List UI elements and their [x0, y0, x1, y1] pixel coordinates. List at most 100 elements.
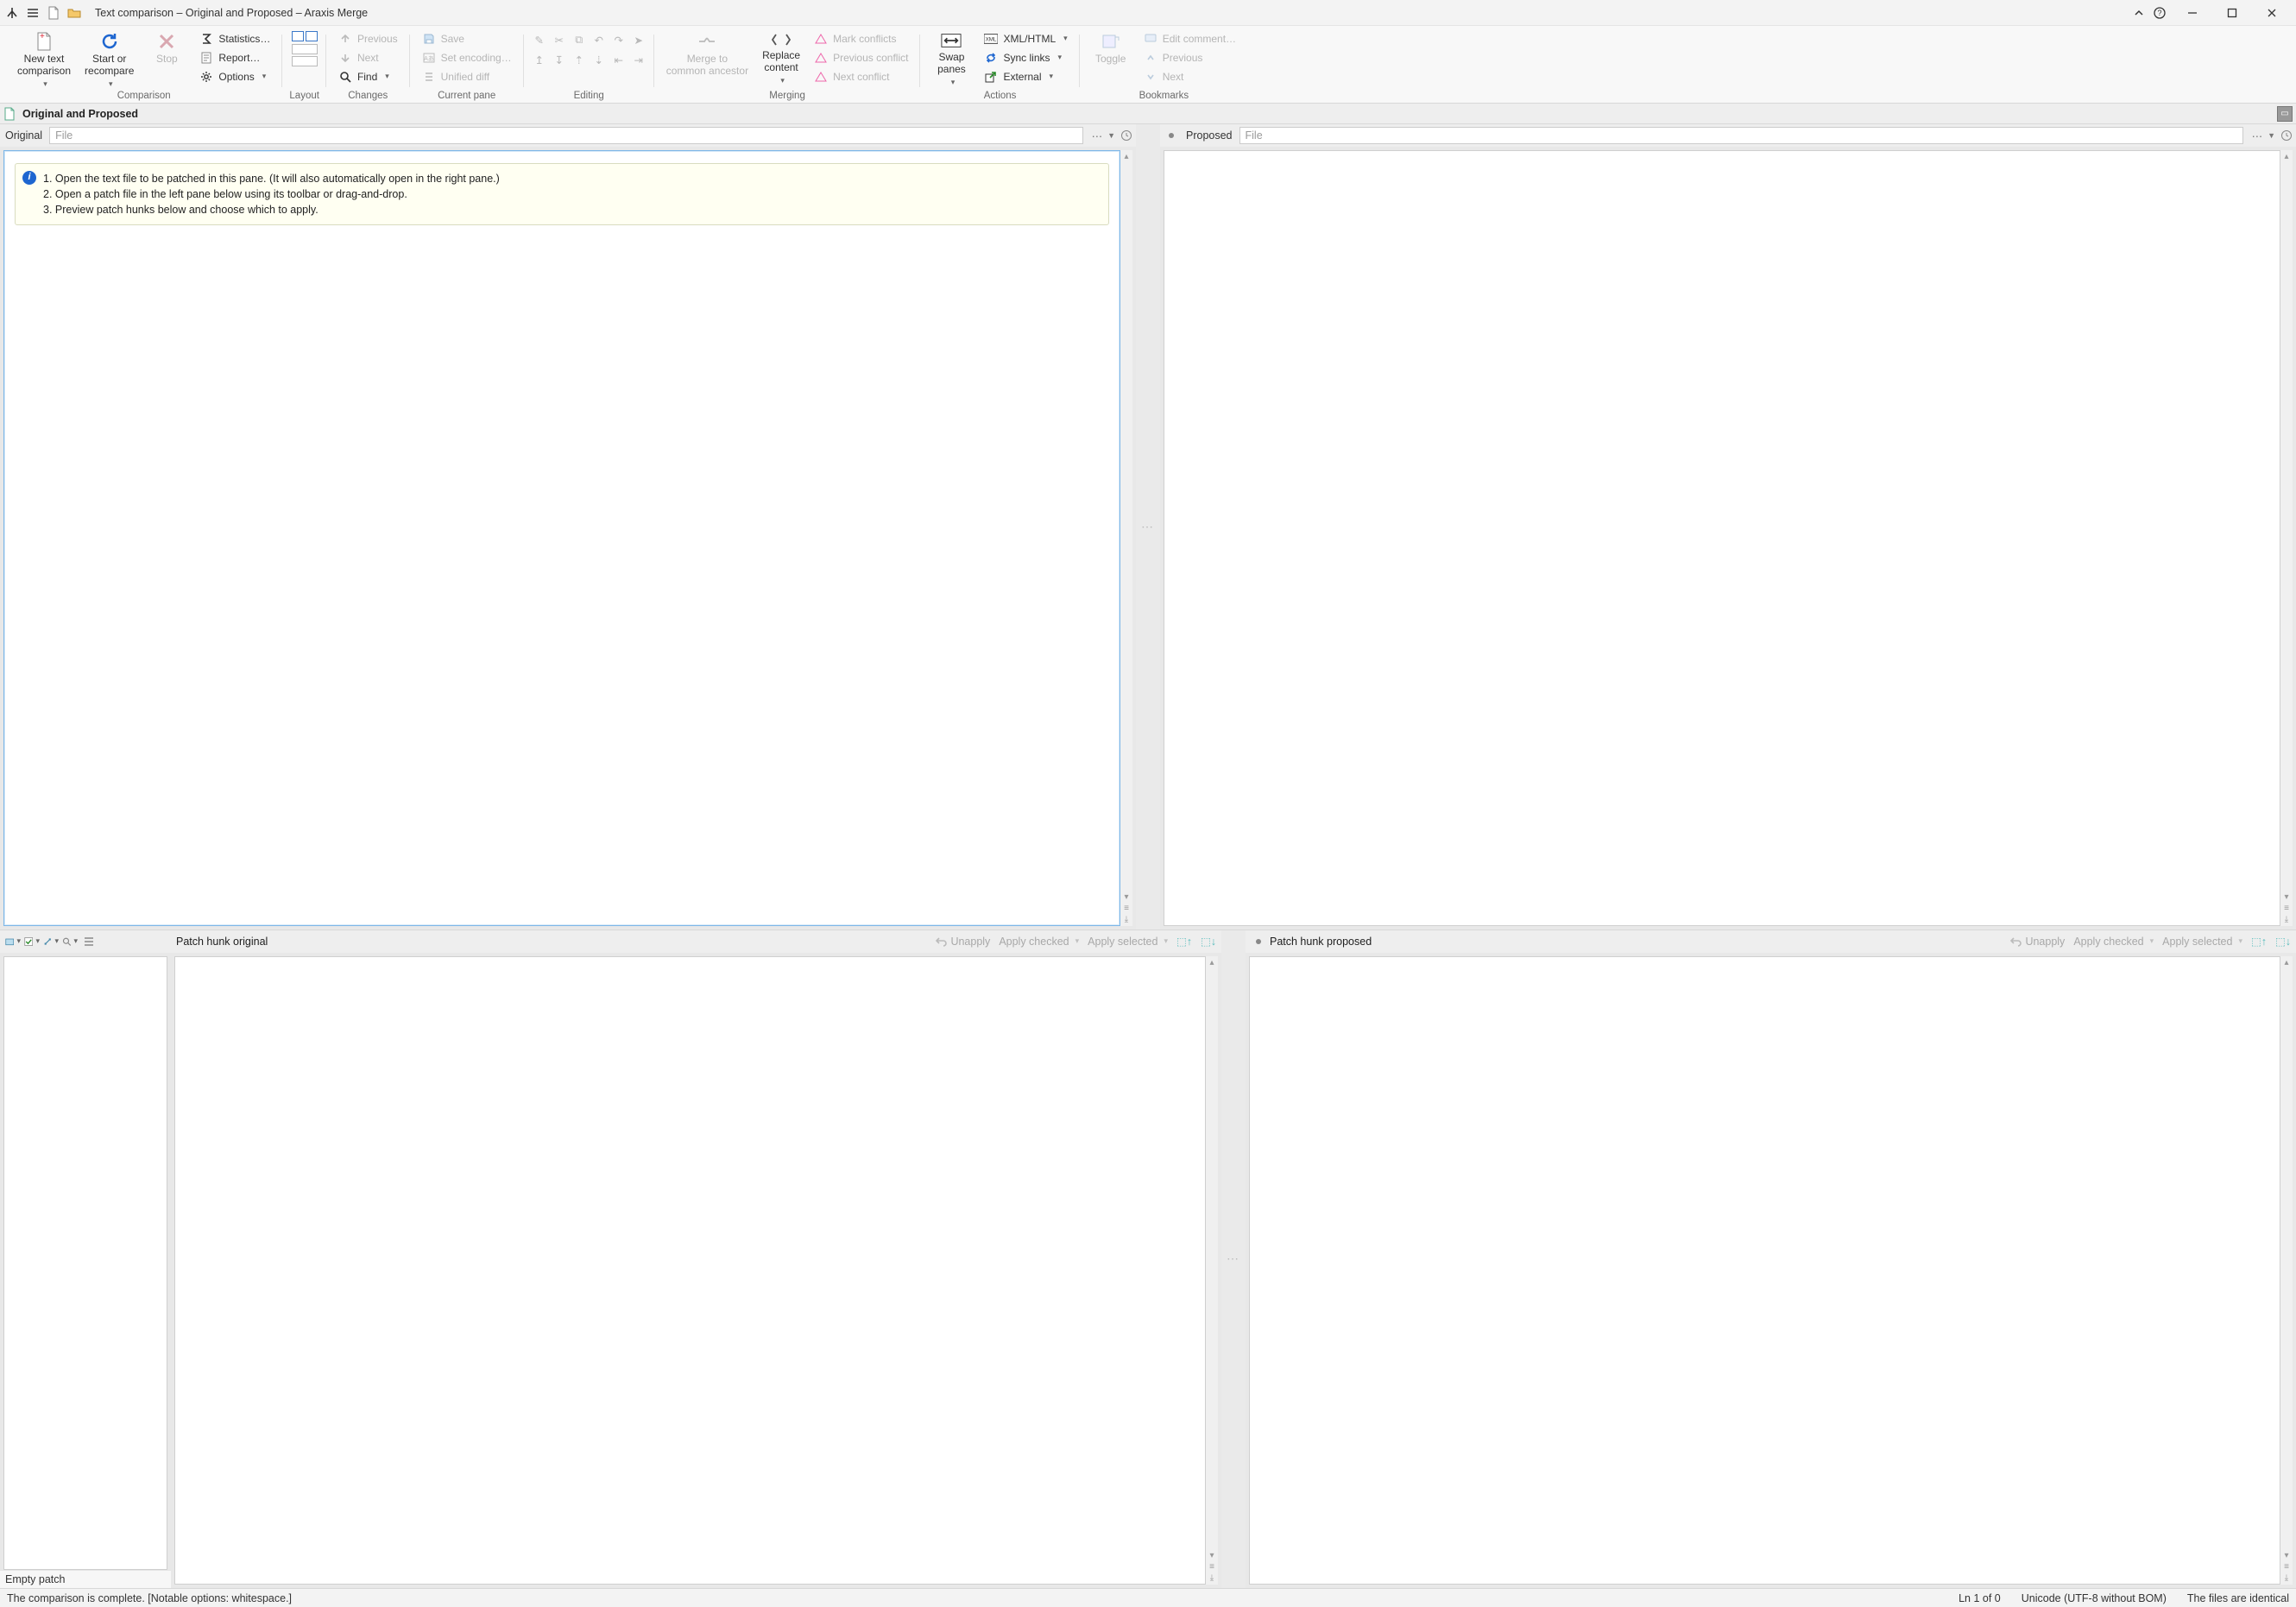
unified-diff-button: Unified diff [417, 67, 517, 85]
new-file-icon[interactable] [47, 6, 60, 20]
app-logo-icon [5, 6, 19, 20]
sigma-icon [199, 32, 213, 46]
document-title: Original and Proposed [22, 108, 138, 120]
redo-icon: ↷ [610, 31, 628, 48]
file-dropdown-icon[interactable]: ▼ [2268, 131, 2275, 140]
merge-common-ancestor-button: Merge to common ancestor [661, 29, 754, 86]
window-title: Text comparison – Original and Proposed … [95, 7, 368, 19]
apply-up-icon[interactable]: ⬚↑ [2251, 934, 2267, 949]
titlebar: Text comparison – Original and Proposed … [0, 0, 2296, 26]
external-button[interactable]: External [979, 67, 1072, 85]
warning-icon [814, 32, 828, 46]
patch-original-label: Patch hunk original [176, 936, 268, 948]
document-bar: Original and Proposed ▭ [0, 104, 2296, 124]
file-more-icon[interactable]: ⋯ [1092, 129, 1103, 142]
patch-proposed-scrollbar[interactable]: ▴▾≡⤓ [2280, 956, 2293, 1585]
warning-up-icon [814, 51, 828, 65]
apply-down-icon[interactable]: ⬚↓ [1201, 934, 1216, 949]
sort-asc-icon: ⇡ [571, 51, 588, 68]
ribbon-group-comparison: + New text comparison Start or recompare… [5, 29, 282, 103]
original-scrollbar[interactable]: ▴▾≡⤓ [1120, 150, 1132, 926]
patch-original-editor[interactable] [174, 956, 1206, 1585]
cut-icon: ✂ [551, 31, 568, 48]
original-editor[interactable]: i 1. Open the text file to be patched in… [3, 150, 1120, 926]
replace-icon [771, 31, 792, 48]
file-dropdown-icon[interactable]: ▼ [1107, 131, 1115, 140]
proposed-scrollbar[interactable]: ▴▾≡⤓ [2280, 150, 2293, 926]
copy-icon: ⧉ [571, 31, 588, 48]
previous-change-button: Previous [333, 29, 403, 47]
unapply-button: Unapply [2009, 936, 2065, 948]
original-file-field[interactable]: File [49, 127, 1083, 144]
close-button[interactable] [2253, 1, 2291, 25]
file-history-icon[interactable] [1120, 129, 1132, 142]
bookmark-down-icon [1144, 70, 1157, 84]
minimize-button[interactable] [2173, 1, 2211, 25]
unapply-button: Unapply [935, 936, 990, 948]
ribbon: + New text comparison Start or recompare… [0, 26, 2296, 104]
svg-text:XML: XML [986, 36, 997, 42]
patch-original-scrollbar[interactable]: ▴▾≡⤓ [1206, 956, 1218, 1585]
options-button[interactable]: Options [194, 67, 275, 85]
report-button[interactable]: Report… [194, 48, 275, 66]
original-pane: Original File ⋯ ▼ i 1. Open the text fil… [0, 124, 1136, 930]
xml-icon: XML [984, 32, 998, 46]
sync-icon [984, 51, 998, 65]
save-button: Save [417, 29, 517, 47]
vertical-splitter-bottom[interactable]: ⋯ [1221, 930, 1246, 1588]
patch-link-icon[interactable] [43, 934, 59, 949]
ribbon-group-actions: Swap panes XMLXML/HTML Sync links Extern… [920, 29, 1079, 103]
open-folder-icon[interactable] [67, 6, 81, 20]
maximize-button[interactable] [2213, 1, 2251, 25]
pane-toggle-button[interactable]: ▭ [2277, 106, 2293, 122]
next-change-button: Next [333, 48, 403, 66]
patch-proposed-label: Patch hunk proposed [1270, 936, 1372, 948]
vertical-splitter-top[interactable]: ⋯ [1136, 124, 1160, 930]
proposed-file-field[interactable]: File [1239, 127, 2243, 144]
patch-original-pane: Patch hunk original Unapply Apply checke… [171, 930, 1221, 1588]
merge-icon [697, 31, 717, 52]
edit-comment-button: Edit comment… [1139, 29, 1241, 47]
patch-search-icon[interactable] [62, 934, 78, 949]
apply-checked-button: Apply checked [2073, 936, 2154, 948]
toggle-bookmark-button: Toggle [1087, 29, 1135, 86]
replace-content-button[interactable]: Replace content [757, 29, 805, 86]
file-history-icon[interactable] [2280, 129, 2293, 142]
find-button[interactable]: Find [333, 67, 403, 85]
patch-list-icon[interactable] [81, 934, 97, 949]
statistics-button[interactable]: Statistics… [194, 29, 275, 47]
search-icon [338, 70, 352, 84]
patch-list-box[interactable] [3, 956, 167, 1570]
new-doc-icon: + [34, 31, 54, 52]
pane-dot-icon [1169, 133, 1174, 138]
layout-vertical-button[interactable] [292, 44, 318, 66]
apply-down-icon[interactable]: ⬚↓ [2275, 934, 2291, 949]
patch-check-icon[interactable] [24, 934, 40, 949]
proposed-editor[interactable] [1164, 150, 2280, 926]
patch-open-icon[interactable] [5, 934, 21, 949]
content-area: Original File ⋯ ▼ i 1. Open the text fil… [0, 124, 2296, 1588]
patch-proposed-editor[interactable] [1249, 956, 2280, 1585]
bookmark-icon [1101, 31, 1121, 52]
edit-tool-icon: ✎ [531, 31, 548, 48]
xml-html-button[interactable]: XMLXML/HTML [979, 29, 1072, 47]
new-text-comparison-button[interactable]: + New text comparison [12, 29, 76, 86]
sync-links-button[interactable]: Sync links [979, 48, 1072, 66]
indent-down-icon: ↧ [551, 51, 568, 68]
apply-checked-button: Apply checked [999, 936, 1079, 948]
ribbon-group-editing: ✎ ✂ ⧉ ↶ ↷ ➤ ↥ ↧ ⇡ ⇣ ⇤ ⇥ Editing [524, 29, 654, 103]
apply-up-icon[interactable]: ⬚↑ [1176, 934, 1192, 949]
previous-conflict-button: Previous conflict [809, 48, 913, 66]
status-position: Ln 1 of 0 [1959, 1592, 2001, 1604]
external-icon [984, 70, 998, 84]
start-recompare-button[interactable]: Start or recompare [79, 29, 139, 86]
file-more-icon[interactable]: ⋯ [2252, 129, 2263, 142]
hamburger-icon[interactable] [26, 6, 40, 20]
layout-horizontal-button[interactable] [292, 31, 318, 41]
sort-desc-icon: ⇣ [590, 51, 608, 68]
swap-panes-button[interactable]: Swap panes [927, 29, 975, 86]
help-icon[interactable]: ? [2153, 6, 2167, 20]
refresh-icon [99, 31, 120, 52]
collapse-ribbon-icon[interactable] [2132, 6, 2146, 20]
diff-icon [422, 70, 436, 84]
